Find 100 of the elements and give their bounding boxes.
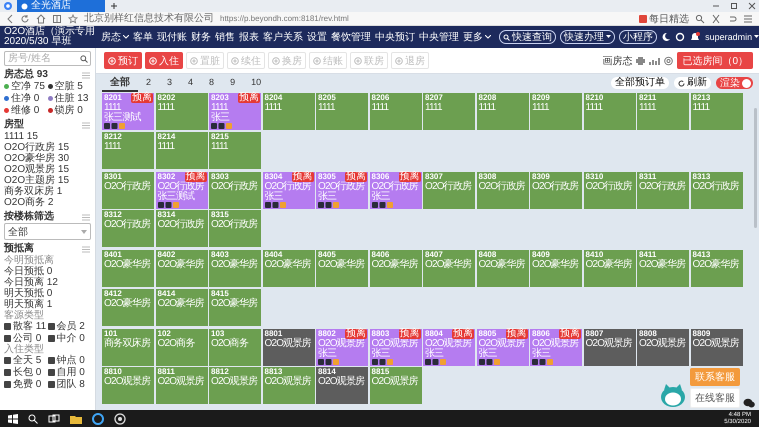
room-tile[interactable]: 8203 预离 1111 张三 [209,93,261,130]
floor-tab[interactable]: 4 [180,74,202,92]
nav-menu-item[interactable]: 销售 [215,30,236,44]
task-view-icon[interactable] [48,414,60,424]
room-tile[interactable]: 8403 O2O豪华房 [209,250,261,287]
room-tile[interactable]: 8404 O2O豪华房 [262,250,314,287]
room-tile[interactable]: 8309 O2O行政房 [530,172,582,208]
guest-filter[interactable]: 团队 8 [48,379,91,390]
room-tile[interactable]: 8209 1111 [530,93,582,130]
status-filter[interactable]: 空脏 5 [48,81,91,92]
room-tile[interactable]: 8303 O2O行政房 [209,172,261,208]
room-tile[interactable]: 8211 1111 [637,93,689,130]
quick-action-button[interactable]: 小程序 [619,30,658,44]
arrival-filter[interactable]: 明天预离 1 [4,299,91,310]
nav-menu-item[interactable]: 更多 [463,30,492,44]
room-tile[interactable]: 8407 O2O豪华房 [423,250,475,287]
app-icon[interactable] [114,412,126,424]
room-tile[interactable]: 8307 O2O行政房 [423,172,475,208]
room-tile[interactable]: 8313 O2O行政房 [690,172,742,208]
room-tile[interactable]: 8815 O2O观景房 [370,367,422,404]
guest-filter[interactable]: 自用 0 [48,367,91,378]
chat-icon[interactable] [743,398,755,408]
guest-filter[interactable]: 中介 0 [48,333,91,344]
toolbar-button[interactable]: 入住 [145,52,183,69]
nav-menu-item[interactable]: 房态 [101,30,130,44]
room-tile[interactable]: 8810 O2O观景房 [102,367,154,404]
quick-action-button[interactable]: 快速办理 [560,30,616,44]
status-filter[interactable]: 锁房 0 [48,105,91,116]
room-tile[interactable]: 8409 O2O豪华房 [530,250,582,287]
room-tile[interactable]: 8415 O2O豪华房 [209,288,261,326]
room-type-filter[interactable]: O2O商务 2 [4,197,91,208]
user-menu[interactable]: superadmin [705,32,759,42]
room-tile[interactable]: 8202 1111 [156,93,208,130]
room-tile[interactable]: 8311 O2O行政房 [637,172,689,208]
arrival-filter[interactable]: 今日预离 12 [4,277,91,288]
arrival-filter[interactable]: 明天预抵 0 [4,288,91,299]
undo-icon[interactable] [727,14,737,24]
room-tile[interactable]: 8315 O2O行政房 [209,210,261,247]
room-tile[interactable]: 8213 1111 [690,93,742,130]
room-tile[interactable]: 8808 O2O观景房 [637,328,689,366]
room-tile[interactable]: 8812 O2O观景房 [209,367,261,404]
render-toggle[interactable]: 渲染 [716,77,753,89]
hotel-selector[interactable]: O2O酒店（演示专用 2020/5/30 早班 [4,27,96,47]
floor-tab[interactable]: 9 [222,74,244,92]
room-type-filter[interactable]: O2O观景房 15 [4,164,91,175]
room-type-filter[interactable]: 商务双床房 1 [4,186,91,197]
room-tile[interactable]: 8811 O2O观景房 [156,367,208,404]
quick-action-button[interactable]: 快速查询 [499,30,556,44]
guest-filter[interactable]: 散客 11 [4,321,48,332]
scrollbar[interactable] [754,108,757,228]
floor-tab[interactable]: 8 [201,74,222,92]
online-service-button[interactable]: 在线客服 [690,388,740,408]
room-tile[interactable]: 8301 O2O行政房 [102,172,154,208]
room-tile[interactable]: 8312 O2O行政房 [102,210,154,247]
guest-filter[interactable]: 钟点 0 [48,355,91,366]
guest-filter[interactable]: 会员 2 [48,321,91,332]
room-tile[interactable]: 8214 1111 [156,132,208,168]
nav-menu-item[interactable]: 报表 [239,30,260,44]
nav-menu-item[interactable]: 现付账 [157,30,188,44]
room-tile[interactable]: 8310 O2O行政房 [584,172,636,208]
floor-tab[interactable]: 2 [138,74,160,92]
room-tile[interactable]: 8801 O2O观景房 [262,328,314,366]
room-tile[interactable]: 8212 1111 [102,132,154,168]
room-tile[interactable]: 8405 O2O豪华房 [316,250,368,287]
new-tab-icon[interactable] [109,0,119,12]
room-tile[interactable]: 8410 O2O豪华房 [584,250,636,287]
arrival-filter[interactable]: 今日预抵 0 [4,266,91,277]
chart-icon[interactable] [649,56,660,66]
room-tile[interactable]: 8205 1111 [316,93,368,130]
room-type-filter[interactable]: O2O豪华房 30 [4,153,91,164]
search-icon[interactable] [28,414,38,424]
room-tile[interactable]: 8314 O2O行政房 [156,210,208,247]
room-tile[interactable]: 8207 1111 [423,93,475,130]
nav-menu-item[interactable]: 餐饮管理 [331,30,372,44]
status-filter[interactable]: 住净 0 [4,93,48,104]
status-filter[interactable]: 住脏 13 [48,93,91,104]
refresh-button[interactable]: 刷新 [674,77,711,89]
start-icon[interactable] [8,414,18,424]
home-icon[interactable] [36,14,46,24]
room-tile[interactable]: 8201 预离 1111 张三测试 [102,93,154,130]
room-tile[interactable]: 8814 O2O观景房 [316,367,368,404]
room-tile[interactable]: 102 O2O商务 [156,328,208,366]
room-tile[interactable]: 8809 O2O观景房 [690,328,742,366]
guest-filter[interactable]: 公司 0 [4,333,48,344]
nav-menu-item[interactable]: 中央管理 [419,30,460,44]
room-tile[interactable]: 8412 O2O豪华房 [102,288,154,326]
nav-menu-item[interactable]: 客户关系 [263,30,304,44]
room-type-filter[interactable]: O2O主题房 15 [4,175,91,186]
star-icon[interactable] [68,14,78,24]
guest-filter[interactable]: 长包 0 [4,367,48,378]
contact-service-button[interactable]: 联系客服 [690,368,740,386]
refresh-icon[interactable] [20,14,30,24]
room-tile[interactable]: 8406 O2O豪华房 [370,250,422,287]
status-filter[interactable]: 维修 0 [4,105,48,116]
nav-menu-item[interactable]: 设置 [307,30,328,44]
search-field[interactable]: 房号/姓名 [4,51,91,66]
room-tile[interactable]: 8813 O2O观景房 [262,367,314,404]
floor-tab[interactable]: 10 [243,74,270,92]
room-tile[interactable]: 8308 O2O行政房 [476,172,528,208]
reader-icon[interactable] [52,14,62,24]
